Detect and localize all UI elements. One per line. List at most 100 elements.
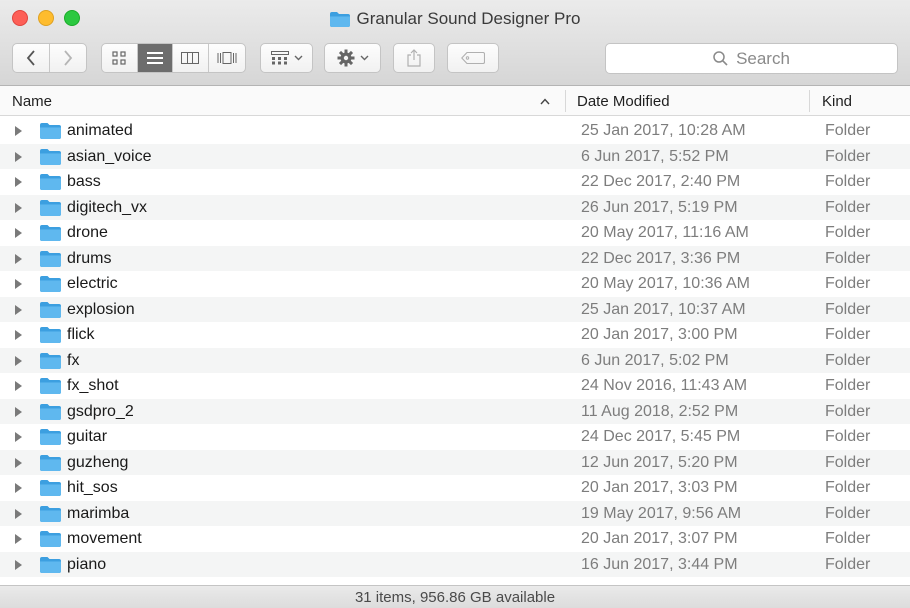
column-divider[interactable] xyxy=(809,90,810,112)
disclosure-triangle-icon[interactable] xyxy=(15,202,22,213)
list-item[interactable]: piano 16 Jun 2017, 3:44 PM Folder xyxy=(0,551,910,577)
list-item[interactable]: guzheng 12 Jun 2017, 5:20 PM Folder xyxy=(0,449,910,475)
back-button[interactable] xyxy=(13,44,50,72)
item-name: marimba xyxy=(67,504,130,522)
disclosure-triangle-icon[interactable] xyxy=(15,228,22,238)
item-kind: Folder xyxy=(825,300,871,318)
item-date-modified: 6 Jun 2017, 5:02 PM xyxy=(581,351,729,369)
item-name: digitech_vx xyxy=(67,198,148,216)
item-date-modified: 16 Jun 2017, 3:44 PM xyxy=(581,555,738,573)
folder-icon xyxy=(40,531,61,547)
folder-icon xyxy=(40,327,61,343)
item-name: hit_sos xyxy=(67,479,118,496)
item-name: movement xyxy=(67,530,142,547)
column-header-bar: Name Date Modified Kind xyxy=(0,86,910,116)
folder-icon xyxy=(40,225,61,241)
folder-icon xyxy=(40,454,61,471)
disclosure-triangle-icon[interactable] xyxy=(15,559,22,570)
sort-ascending-icon xyxy=(540,98,550,105)
icon-view-button[interactable] xyxy=(102,44,138,72)
folder-icon xyxy=(40,429,61,445)
item-name: electric xyxy=(67,275,118,292)
disclosure-triangle-icon[interactable] xyxy=(15,330,22,340)
back-arrow-icon xyxy=(26,50,35,66)
folder-icon xyxy=(40,148,61,165)
list-item[interactable]: flick 20 Jan 2017, 3:00 PM Folder xyxy=(0,322,910,348)
item-kind: Folder xyxy=(825,479,871,496)
disclosure-triangle-icon[interactable] xyxy=(15,457,22,468)
status-text: 31 items, 956.86 GB available xyxy=(354,588,556,606)
disclosure-triangle-icon[interactable] xyxy=(15,304,22,315)
folder-icon xyxy=(40,174,61,190)
list-item[interactable]: drone 20 May 2017, 11:16 AM Folder xyxy=(0,220,910,246)
group-by-button[interactable] xyxy=(260,43,313,73)
item-kind: Folder xyxy=(825,198,871,216)
list-item[interactable]: hit_sos 20 Jan 2017, 3:03 PM Folder xyxy=(0,475,910,501)
list-item[interactable]: fx_shot 24 Nov 2016, 11:43 AM Folder xyxy=(0,373,910,399)
folder-icon xyxy=(40,250,61,267)
list-item[interactable]: gsdpro_2 11 Aug 2018, 2:52 PM Folder xyxy=(0,398,910,424)
item-date-modified: 20 Jan 2017, 3:00 PM xyxy=(581,326,738,343)
item-date-modified: 26 Jun 2017, 5:19 PM xyxy=(581,198,738,216)
list-item[interactable]: electric 20 May 2017, 10:36 AM Folder xyxy=(0,271,910,297)
item-date-modified: 25 Jan 2017, 10:37 AM xyxy=(581,300,746,318)
tag-button[interactable] xyxy=(447,43,499,73)
item-date-modified: 19 May 2017, 9:56 AM xyxy=(581,504,742,522)
disclosure-triangle-icon[interactable] xyxy=(15,355,22,366)
search-field[interactable]: Search xyxy=(605,43,898,74)
chevron-down-icon xyxy=(294,55,302,61)
item-date-modified: 20 May 2017, 10:36 AM xyxy=(581,275,750,292)
item-date-modified: 12 Jun 2017, 5:20 PM xyxy=(581,453,738,471)
folder-icon xyxy=(40,480,61,496)
disclosure-triangle-icon[interactable] xyxy=(15,177,22,187)
folder-icon xyxy=(40,123,61,139)
disclosure-triangle-icon[interactable] xyxy=(15,483,22,493)
item-kind: Folder xyxy=(825,147,871,165)
item-date-modified: 25 Jan 2017, 10:28 AM xyxy=(581,122,746,139)
column-view-button[interactable] xyxy=(173,44,209,72)
list-item[interactable]: movement 20 Jan 2017, 3:07 PM Folder xyxy=(0,526,910,552)
list-item[interactable]: explosion 25 Jan 2017, 10:37 AM Folder xyxy=(0,296,910,322)
list-item[interactable]: fx 6 Jun 2017, 5:02 PM Folder xyxy=(0,347,910,373)
folder-icon xyxy=(40,505,61,522)
column-view-icon xyxy=(181,52,200,64)
cover-flow-view-icon xyxy=(217,52,237,64)
disclosure-triangle-icon[interactable] xyxy=(15,151,22,162)
list-item[interactable]: guitar 24 Dec 2017, 5:45 PM Folder xyxy=(0,424,910,450)
item-date-modified: 20 May 2017, 11:16 AM xyxy=(581,224,749,241)
folder-icon xyxy=(40,276,61,292)
list-item[interactable]: asian_voice 6 Jun 2017, 5:52 PM Folder xyxy=(0,143,910,169)
disclosure-triangle-icon[interactable] xyxy=(15,508,22,519)
gear-icon xyxy=(337,49,354,67)
disclosure-triangle-icon[interactable] xyxy=(15,432,22,442)
folder-icon xyxy=(40,378,61,394)
folder-icon xyxy=(40,301,61,318)
cover-flow-view-button[interactable] xyxy=(209,44,245,72)
share-button[interactable] xyxy=(393,43,435,73)
item-kind: Folder xyxy=(825,122,871,139)
forward-button[interactable] xyxy=(50,44,87,72)
disclosure-triangle-icon[interactable] xyxy=(15,534,22,544)
item-date-modified: 6 Jun 2017, 5:52 PM xyxy=(581,147,729,165)
column-header-date[interactable]: Date Modified xyxy=(577,86,807,116)
list-item[interactable]: drums 22 Dec 2017, 3:36 PM Folder xyxy=(0,245,910,271)
item-name: flick xyxy=(67,326,95,343)
list-item[interactable]: marimba 19 May 2017, 9:56 AM Folder xyxy=(0,500,910,526)
disclosure-triangle-icon[interactable] xyxy=(15,381,22,391)
list-view-icon xyxy=(146,52,163,64)
disclosure-triangle-icon[interactable] xyxy=(15,126,22,136)
disclosure-triangle-icon[interactable] xyxy=(15,253,22,264)
group-by-icon xyxy=(270,51,289,65)
column-header-name[interactable]: Name xyxy=(12,86,552,116)
column-divider[interactable] xyxy=(565,90,566,112)
list-view-button[interactable] xyxy=(137,44,173,72)
list-item[interactable]: animated 25 Jan 2017, 10:28 AM Folder xyxy=(0,118,910,144)
list-item[interactable]: bass 22 Dec 2017, 2:40 PM Folder xyxy=(0,169,910,195)
action-button[interactable] xyxy=(324,43,381,73)
column-header-kind[interactable]: Kind xyxy=(822,86,902,116)
item-name: guzheng xyxy=(67,453,129,471)
list-item[interactable]: digitech_vx 26 Jun 2017, 5:19 PM Folder xyxy=(0,194,910,220)
disclosure-triangle-icon[interactable] xyxy=(15,279,22,289)
forward-arrow-icon xyxy=(64,50,72,66)
disclosure-triangle-icon[interactable] xyxy=(15,406,22,417)
